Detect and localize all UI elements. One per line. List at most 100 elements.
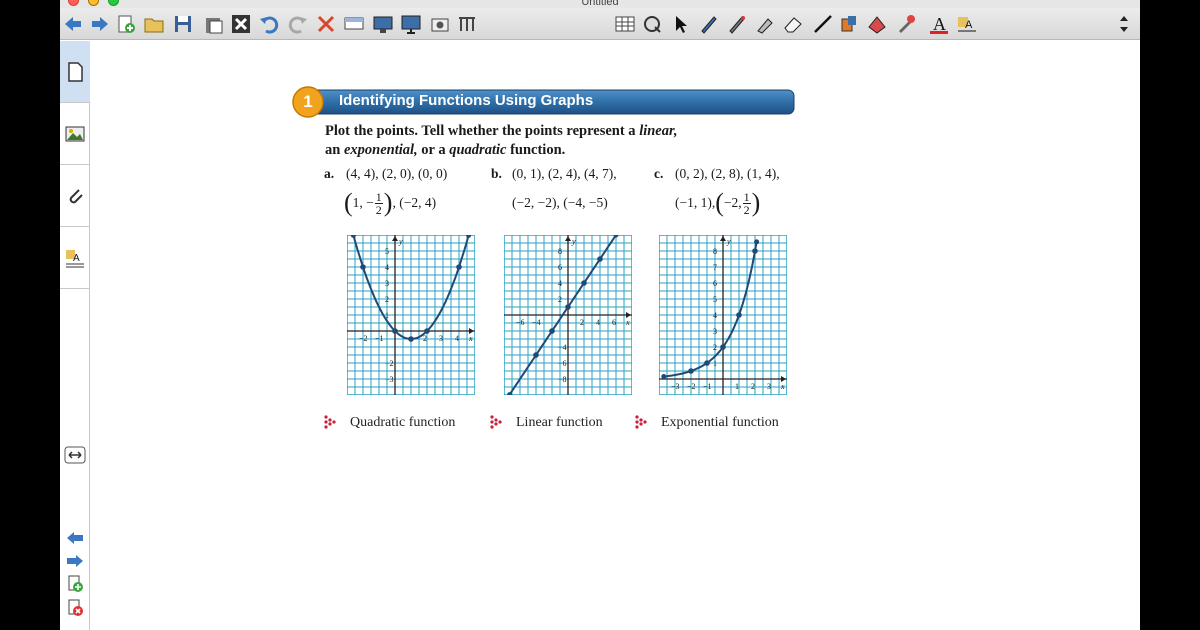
whiteboard-canvas[interactable]: 1 Identifying Functions Using Graphs Plo…	[100, 41, 1140, 630]
paren-left: (	[344, 188, 353, 217]
y-tick-label: 2	[385, 295, 389, 304]
toolbar-toggle-icon[interactable]	[1113, 13, 1135, 35]
problem-a-label: a.	[324, 166, 335, 181]
y-tick-label: 1	[713, 359, 717, 368]
y-axis-label: y	[726, 237, 731, 246]
y-tick-label: 5	[385, 247, 389, 256]
shape-icon[interactable]	[866, 13, 888, 35]
creative-pen-icon[interactable]	[726, 13, 748, 35]
screen-shade-icon[interactable]	[343, 13, 365, 35]
undo-icon[interactable]	[258, 13, 280, 35]
select-icon[interactable]	[670, 13, 692, 35]
y-tick-label: 3	[385, 279, 389, 288]
toolbar: A A	[60, 8, 1140, 40]
text-icon[interactable]: A	[928, 13, 950, 35]
window-capture-icon[interactable]	[456, 13, 478, 35]
magic-pen-icon[interactable]	[895, 13, 917, 35]
problem-a-points-line2: ( 1, − 1 2 ) , (−2, 4)	[344, 188, 436, 218]
fraction-numerator: 1	[374, 189, 383, 204]
presentation-icon[interactable]	[400, 13, 422, 35]
y-tick-label: 8	[558, 247, 562, 256]
curve-end-marker	[661, 374, 667, 380]
x-tick-label: 4	[455, 334, 459, 343]
clear-icon[interactable]	[315, 13, 337, 35]
forward-icon[interactable]	[89, 13, 111, 35]
y-tick-label: −4	[558, 343, 567, 352]
back-icon[interactable]	[62, 13, 84, 35]
y-tick-label: 4	[385, 263, 389, 272]
redo-icon[interactable]	[287, 13, 309, 35]
lesson-heading: Identifying Functions Using Graphs	[339, 92, 594, 109]
fraction-one-half: 1 2	[742, 191, 751, 216]
plotted-point	[704, 360, 710, 366]
plotted-point	[581, 280, 587, 286]
save-icon[interactable]	[172, 13, 194, 35]
previous-page-icon[interactable]	[64, 529, 86, 547]
y-tick-label: 2	[558, 295, 562, 304]
answer-b: Linear function	[516, 415, 603, 430]
tab-gallery[interactable]	[60, 103, 90, 165]
problem-c-points-line2: (−1, 1), ( −2, 1 2 )	[675, 188, 760, 218]
prompt-line-2: an exponential, or a quadratic function.	[325, 142, 565, 159]
fraction-denominator: 2	[375, 202, 382, 217]
open-folder-icon[interactable]	[143, 13, 165, 35]
next-page-icon[interactable]	[64, 552, 86, 570]
prompt-text: Plot the points. Tell whether the points…	[325, 123, 640, 139]
properties-icon[interactable]	[642, 13, 664, 35]
paste-icon[interactable]	[202, 13, 224, 35]
fill-icon[interactable]	[838, 13, 860, 35]
y-tick-label: 4	[713, 311, 717, 320]
graph-quadratic: xy−2 −1 2 3 454321−2−3	[347, 235, 475, 395]
problem-c-point-text: (−1, 1),	[675, 195, 716, 210]
text-format-icon[interactable]: A	[956, 13, 978, 35]
plotted-point	[736, 312, 742, 318]
svg-text:A: A	[73, 253, 80, 264]
pen-icon[interactable]	[698, 13, 720, 35]
properties-format-icon: A	[66, 250, 84, 268]
paren-right: )	[383, 188, 393, 217]
y-tick-label: 7	[713, 263, 717, 272]
x-axis-label: x	[625, 318, 630, 327]
y-tick-label: 6	[713, 279, 717, 288]
x-tick-label: 2	[751, 382, 755, 391]
problem-b-label: b.	[491, 166, 502, 181]
tab-page-sorter[interactable]	[60, 41, 90, 103]
expand-sidebar-icon[interactable]	[64, 446, 86, 464]
add-page-small-icon[interactable]	[64, 575, 86, 593]
tab-attachments[interactable]	[60, 165, 90, 227]
line-icon[interactable]	[812, 13, 834, 35]
x-tick-label: 2	[423, 334, 427, 343]
answer-marker-icon	[490, 415, 502, 429]
problem-a-point-text: 1, −	[352, 195, 374, 210]
page-sorter-icon	[68, 62, 83, 82]
plotted-point	[549, 328, 555, 334]
delete-icon[interactable]	[230, 13, 252, 35]
prompt-emphasis-linear: linear,	[639, 123, 678, 139]
problem-a-point-text: , (−2, 4)	[392, 195, 437, 210]
y-tick-label: 2	[713, 343, 717, 352]
tab-properties[interactable]: A	[60, 227, 90, 289]
eraser-icon[interactable]	[782, 13, 804, 35]
screen-edge	[1140, 0, 1200, 630]
add-page-icon[interactable]	[115, 13, 137, 35]
x-tick-label: 6	[612, 318, 616, 327]
delete-page-small-icon[interactable]	[64, 599, 86, 617]
x-tick-label: −4	[532, 318, 541, 327]
y-tick-label: 6	[558, 263, 562, 272]
answer-c: Exponential function	[661, 415, 779, 430]
fraction-one-half: 1 2	[374, 189, 383, 217]
x-tick-label: 3	[439, 334, 443, 343]
table-icon[interactable]	[614, 13, 636, 35]
problem-c-points-line1: (0, 2), (2, 8), (1, 4),	[675, 166, 780, 181]
x-axis-label: x	[780, 382, 785, 391]
capture-icon[interactable]	[429, 13, 451, 35]
y-tick-label: −6	[558, 359, 567, 368]
y-tick-label: 3	[713, 327, 717, 336]
gallery-icon	[65, 126, 85, 142]
prompt-emphasis-exponential: exponential,	[343, 142, 418, 158]
side-bar: A	[60, 41, 90, 630]
x-tick-label: 3	[767, 382, 771, 391]
lesson-number-badge: 1	[303, 92, 313, 111]
highlighter-icon[interactable]	[754, 13, 776, 35]
display-icon[interactable]	[372, 13, 394, 35]
